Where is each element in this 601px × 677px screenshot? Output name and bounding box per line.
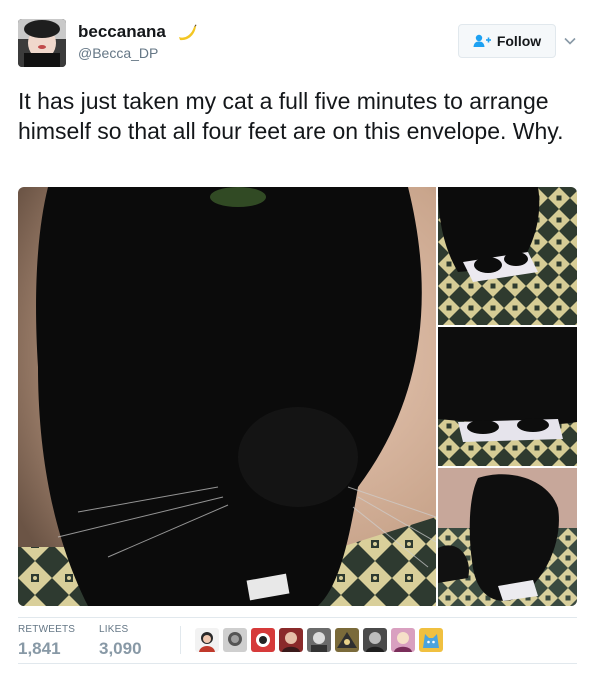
tweet-text: It has just taken my cat a full five min… [18, 88, 564, 144]
liker-avatar[interactable] [335, 628, 359, 652]
divider [18, 617, 577, 618]
liker-avatar[interactable] [279, 628, 303, 652]
retweets-stat[interactable]: RETWEETS 1,841 [18, 624, 75, 659]
cat-closeup-photo[interactable] [18, 187, 436, 606]
cat-on-carpet-photo[interactable] [438, 468, 577, 606]
retweets-count: 1,841 [18, 639, 61, 658]
cat-feet-envelope-photo-2[interactable] [438, 327, 577, 466]
chevron-down-icon[interactable] [563, 34, 577, 48]
liker-avatar[interactable] [223, 628, 247, 652]
add-person-icon [473, 34, 491, 48]
user-handle[interactable]: @Becca_DP [78, 45, 158, 61]
liker-avatars [195, 628, 443, 652]
liker-avatar[interactable] [391, 628, 415, 652]
stats-separator [180, 626, 181, 654]
likes-count: 3,090 [99, 639, 142, 658]
follow-button[interactable]: Follow [458, 24, 556, 58]
display-name[interactable]: beccanana [78, 22, 166, 42]
liker-avatar[interactable] [251, 628, 275, 652]
liker-avatar[interactable] [307, 628, 331, 652]
liker-avatar[interactable] [419, 628, 443, 652]
likes-label: LIKES [99, 624, 129, 635]
media-grid [18, 187, 577, 606]
likes-stat[interactable]: LIKES 3,090 [99, 624, 142, 659]
divider [18, 663, 577, 664]
follow-button-label: Follow [496, 33, 542, 49]
cat-feet-envelope-photo-1[interactable] [438, 187, 577, 325]
retweets-label: RETWEETS [18, 624, 76, 635]
liker-avatar[interactable] [363, 628, 387, 652]
liker-avatar[interactable] [195, 628, 219, 652]
banana-icon [176, 21, 198, 43]
avatar[interactable] [18, 19, 66, 67]
